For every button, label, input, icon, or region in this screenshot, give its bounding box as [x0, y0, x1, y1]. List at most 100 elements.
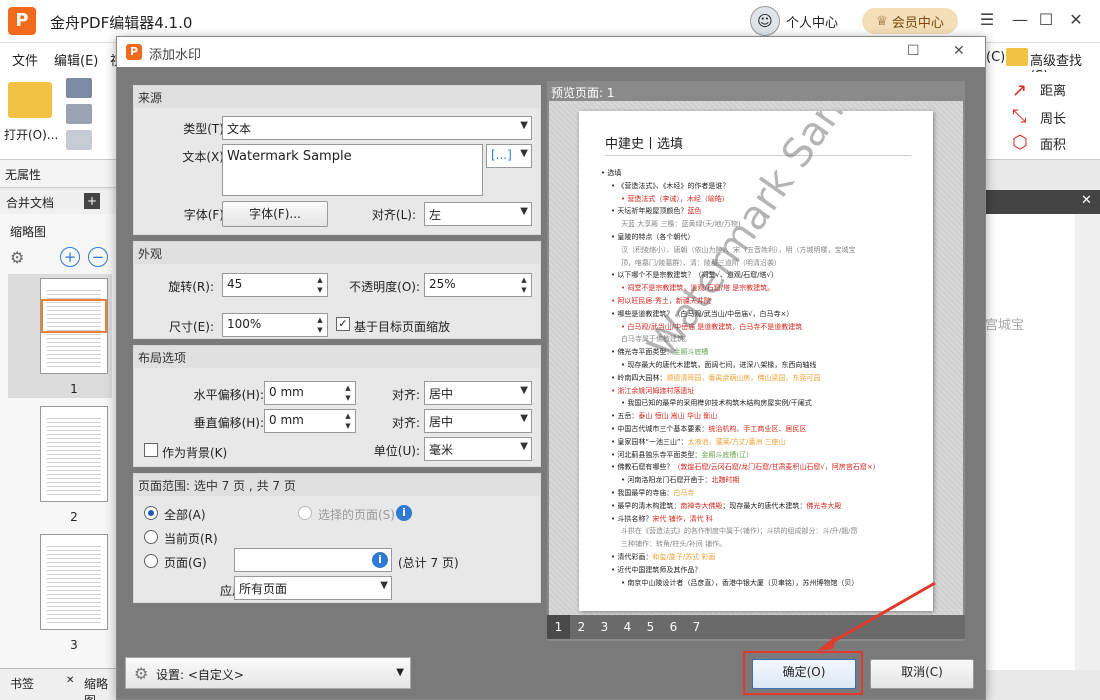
close-document-icon[interactable]: ✕ — [1081, 193, 1092, 208]
apply-to-select[interactable]: 所有页面 ▼ — [234, 576, 392, 600]
preview-page-button[interactable]: 5 — [639, 615, 662, 639]
preview-doc-text: 白马寺 — [673, 489, 695, 497]
preview-page-button[interactable]: 6 — [662, 615, 685, 639]
member-center-button[interactable]: ♕ 会员中心 — [862, 8, 958, 34]
preview-doc-text: 统治机构、手工商业区、居民区 — [708, 425, 807, 433]
menu-file[interactable]: 文件 — [12, 50, 38, 69]
maximize-button[interactable]: ☐ — [1036, 10, 1056, 30]
document-tabs: 合并文档 + — [0, 190, 118, 214]
preview-page: 中建史丨选填 • 选填 • 《营造法式》、《木经》的作者是谁？ • 营造法式（李诫）… — [579, 111, 933, 611]
scale-to-page-checkbox[interactable]: ✓ — [336, 317, 350, 331]
preview-doc-line: • 皇陵的特点（各个朝代） — [611, 233, 694, 242]
preview-doc-text: 宋代 铺作，清代 科 — [652, 514, 713, 523]
font-button[interactable]: 字体(F)... — [222, 201, 328, 227]
range-pages-radio[interactable] — [144, 554, 158, 568]
h-align-select[interactable]: 居中 ▼ — [424, 381, 532, 405]
spinner-arrows-icon[interactable]: ▲ ▼ — [342, 383, 354, 403]
thumbnail-page-number: 2 — [70, 510, 78, 524]
user-center-button[interactable]: ☺ 个人中心 — [750, 6, 838, 36]
export-icon[interactable] — [66, 130, 92, 150]
preview-doc-text: • 近代中国建筑师及其作品？ — [611, 565, 702, 574]
spinner-arrows-icon[interactable]: ▲ ▼ — [518, 275, 530, 295]
preview-doc-text: 斗拱在《营造法式》的各作制度中属于(铺作)；斗拱的组成部分：斗/升/翘/昂 — [621, 527, 858, 536]
opacity-spinner[interactable]: 25% ▲ ▼ — [424, 273, 532, 297]
zoom-out-icon[interactable]: − — [88, 247, 108, 267]
avatar-icon: ☺ — [750, 6, 780, 36]
preview-page-button[interactable]: 4 — [616, 615, 639, 639]
preview-page-button[interactable]: 7 — [685, 615, 708, 639]
unit-select[interactable]: 毫米 ▼ — [424, 437, 532, 461]
preview-doc-line: • 清代彩画：和玺/旋子/苏式 彩画 — [611, 553, 715, 562]
menu-partial[interactable]: (C) — [986, 50, 1005, 65]
preview-doc-text: 太液池，蓬莱/方丈/瀛洲 三座山 — [687, 437, 786, 446]
text-align-select[interactable]: 左 ▼ — [424, 202, 532, 226]
chevron-down-icon: ▼ — [520, 413, 528, 424]
preview-doc-text: 蓝色 — [687, 207, 702, 216]
unit-value: 毫米 — [429, 443, 454, 457]
spinner-arrows-icon[interactable]: ▲ ▼ — [314, 315, 326, 335]
spinner-arrows-icon[interactable]: ▲ ▼ — [342, 411, 354, 431]
preview-doc-line: • 近代中国建筑师及其作品？ — [611, 566, 701, 575]
minimize-button[interactable]: — — [1010, 10, 1030, 30]
preview-doc-line: • 斗拱名称？宋代 铺作，清代 科 — [611, 515, 713, 524]
preview-doc-line: • 《营造法式》、《木经》的作者是谁？ — [611, 182, 729, 191]
settings-select[interactable]: ⚙ 设置: <自定义> ▼ — [125, 657, 411, 689]
watermark-text-input[interactable]: Watermark Sample — [222, 144, 483, 196]
perimeter-button[interactable]: 周长 — [1040, 108, 1066, 127]
area-button[interactable]: 面积 — [1040, 134, 1066, 153]
h-offset-spinner[interactable]: 0 mm ▲ ▼ — [264, 381, 356, 405]
gear-icon[interactable]: ⚙ — [10, 248, 24, 267]
add-tab-icon[interactable]: + — [84, 193, 100, 209]
info-icon[interactable]: i — [396, 505, 412, 521]
chevron-down-icon: ▼ — [520, 441, 528, 452]
preview-page-button[interactable]: 2 — [570, 615, 593, 639]
preview-page-button[interactable]: 3 — [593, 615, 616, 639]
preview-doc-line: • 五岳：泰山 恒山 嵩山 华山 衡山 — [611, 412, 717, 421]
tab-merge-document[interactable]: 合并文档 — [6, 194, 54, 211]
close-button[interactable]: ✕ — [1066, 10, 1086, 30]
preview-doc-line: • 现存最大的唐代木建筑，面阔七间，进深八架椽，东西向轴线 — [621, 361, 816, 370]
spinner-arrows-icon[interactable]: ▲ ▼ — [314, 275, 326, 295]
ok-highlight-box — [743, 651, 863, 695]
menu-icon[interactable]: ☰ — [977, 10, 997, 30]
v-align-value: 居中 — [429, 415, 454, 429]
page-thumbnail[interactable] — [40, 278, 108, 374]
preview-page-button[interactable]: 1 — [547, 615, 570, 639]
preview-doc-line: • 我国已知的最早的采用榫卯技术构筑木结构房屋实例/干阑式 — [621, 399, 812, 408]
range-current-radio[interactable] — [144, 530, 158, 544]
rotation-spinner[interactable]: 45 ▲ ▼ — [222, 273, 328, 297]
preview-doc-text: • 五岳： — [611, 412, 639, 421]
info-icon[interactable]: i — [372, 552, 388, 568]
close-bookmark-tab-icon[interactable]: ✕ — [66, 675, 74, 686]
zoom-in-icon[interactable]: + — [60, 247, 80, 267]
type-select[interactable]: 文本 ▼ — [222, 116, 532, 140]
panel-tabs: 书签 ✕ 缩略图 — [0, 668, 118, 700]
preview-doc-line: • 河南洛阳龙门石窟开凿于：北魏时期 — [621, 476, 739, 485]
save-icon[interactable] — [66, 78, 92, 98]
distance-button[interactable]: 距离 — [1040, 80, 1066, 99]
v-align-select[interactable]: 居中 ▼ — [424, 409, 532, 433]
cancel-button[interactable]: 取消(C) — [870, 659, 974, 689]
print-icon[interactable] — [66, 104, 92, 124]
watermark-fragment: 宫城宝 — [985, 318, 1025, 333]
vertical-scrollbar[interactable] — [1075, 214, 1100, 670]
page-thumbnail[interactable] — [40, 406, 108, 502]
size-spinner[interactable]: 100% ▲ ▼ — [222, 313, 328, 337]
dialog-maximize-button[interactable]: ☐ — [907, 43, 920, 59]
tab-bookmarks[interactable]: 书签 — [10, 675, 34, 692]
open-button-label[interactable]: 打开(O)... — [4, 126, 58, 143]
v-offset-spinner[interactable]: 0 mm ▲ ▼ — [264, 409, 356, 433]
insert-variable-button[interactable]: [...] ▼ — [486, 144, 532, 168]
chevron-down-icon: ▼ — [520, 148, 528, 159]
crown-icon: ♕ — [876, 13, 888, 29]
menu-edit[interactable]: 编辑(E) — [54, 50, 98, 69]
page-thumbnail[interactable] — [40, 534, 108, 630]
preview-doc-text: • 我国最早的寺庙： — [611, 489, 674, 497]
open-folder-icon[interactable] — [8, 82, 52, 118]
dialog-close-button[interactable]: ✕ — [953, 43, 965, 59]
as-background-checkbox[interactable] — [144, 443, 158, 457]
page-range-input[interactable] — [234, 548, 392, 572]
preview-doc-line: 斗拱在《营造法式》的各作制度中属于(铺作)；斗拱的组成部分：斗/升/翘/昂 — [621, 527, 858, 536]
tab-thumbnails[interactable]: 缩略图 — [84, 675, 118, 700]
range-all-radio[interactable] — [144, 506, 158, 520]
